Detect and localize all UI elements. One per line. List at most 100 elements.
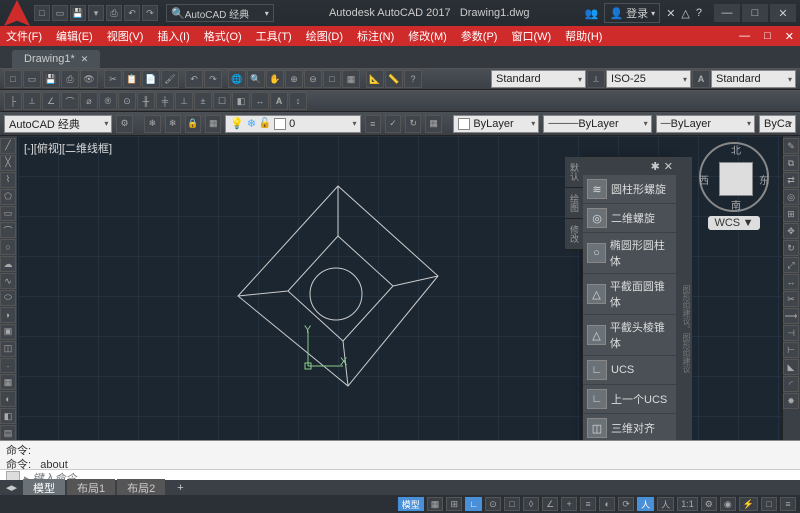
grid-toggle-icon[interactable]: ▦ xyxy=(427,497,444,511)
arc-icon[interactable]: ⌒ xyxy=(0,222,16,238)
tool-icon[interactable]: 📋 xyxy=(123,70,141,88)
spline-icon[interactable]: ∿ xyxy=(0,273,16,289)
tool-icon[interactable]: 🖌 xyxy=(161,70,179,88)
dimstyle2-dropdown[interactable]: ISO-25 xyxy=(606,70,691,88)
xline-icon[interactable]: ╳ xyxy=(0,155,16,171)
tool-icon[interactable]: ✋ xyxy=(266,70,284,88)
customize-icon[interactable]: ≡ xyxy=(780,497,796,511)
cycling-icon[interactable]: ⟳ xyxy=(618,497,634,511)
line-icon[interactable]: ╱ xyxy=(0,138,16,154)
compass[interactable]: 北 南 东 西 xyxy=(699,142,769,212)
palette-item[interactable]: ◫三维对齐 xyxy=(583,414,676,443)
tool-icon[interactable]: ↔ xyxy=(251,92,269,110)
viewport-label[interactable]: [-][俯视][二维线框] xyxy=(24,140,112,156)
hatch-icon[interactable]: ▦ xyxy=(0,374,16,390)
tool-icon[interactable]: ▦ xyxy=(342,70,360,88)
palette-item[interactable]: ∟UCS xyxy=(583,356,676,385)
tool-palette[interactable]: 默认 绘图 修改 ✱ ✕ ≋圆柱形螺旋 ◎二维螺旋 ○椭圆形圆柱体 △平截面圆锥… xyxy=(582,156,677,458)
scale-icon[interactable]: ⤢ xyxy=(783,257,799,273)
menu-draw[interactable]: 绘图(D) xyxy=(306,28,343,44)
ellipsearc-icon[interactable]: ◗ xyxy=(0,307,16,323)
tool-icon[interactable]: ↕ xyxy=(289,92,307,110)
exchange-icon[interactable]: ✕ xyxy=(666,7,675,20)
layer-dropdown[interactable]: 💡 ❄ 🔓 0 xyxy=(225,115,360,133)
qat-open-icon[interactable]: ▭ xyxy=(52,5,68,21)
doc-close-icon[interactable]: ✕ xyxy=(785,30,794,43)
ellipse-icon[interactable]: ⬭ xyxy=(0,290,16,306)
tool-icon[interactable]: ✓ xyxy=(385,115,401,133)
tool-icon[interactable]: ╫ xyxy=(137,92,155,110)
menu-edit[interactable]: 编辑(E) xyxy=(56,28,93,44)
palette-tab[interactable]: 绘图 xyxy=(565,188,583,219)
qat-redo-icon[interactable]: ↷ xyxy=(142,5,158,21)
fillet-icon[interactable]: ◜ xyxy=(783,376,799,392)
color-dropdown[interactable]: ByLayer xyxy=(453,115,539,133)
menu-dimension[interactable]: 标注(N) xyxy=(357,28,394,44)
3dosnap-icon[interactable]: ◊ xyxy=(523,497,539,511)
extend-icon[interactable]: ⟶ xyxy=(783,308,799,324)
tool-icon[interactable]: ✂ xyxy=(104,70,122,88)
revcloud-icon[interactable]: ☁ xyxy=(0,256,16,272)
palette-item[interactable]: ◎二维螺旋 xyxy=(583,204,676,233)
annovis-icon[interactable]: 人 xyxy=(657,497,674,511)
tool-icon[interactable]: ⟂ xyxy=(587,70,605,88)
textstyle-dropdown[interactable]: Standard xyxy=(711,70,796,88)
palette-tab[interactable]: 修改 xyxy=(565,219,583,250)
annoscale-icon[interactable]: 人 xyxy=(637,497,654,511)
stretch-icon[interactable]: ↔ xyxy=(783,274,799,290)
viewcube[interactable]: 北 南 东 西 WCS ▼ xyxy=(694,142,774,230)
layer-icon[interactable]: ❄ xyxy=(144,115,160,133)
move-icon[interactable]: ✥ xyxy=(783,223,799,239)
tool-icon[interactable]: ⊕ xyxy=(285,70,303,88)
tool-icon[interactable]: 🌐 xyxy=(228,70,246,88)
tool-icon[interactable]: □ xyxy=(4,70,22,88)
palette-item[interactable]: ≋圆柱形螺旋 xyxy=(583,175,676,204)
tool-icon[interactable]: 🔍 xyxy=(247,70,265,88)
trim-icon[interactable]: ✂ xyxy=(783,291,799,307)
lwt-icon[interactable]: ≡ xyxy=(580,497,596,511)
insert-icon[interactable]: ▣ xyxy=(0,324,16,340)
snap-toggle-icon[interactable]: ⊞ xyxy=(446,497,462,511)
menu-window[interactable]: 窗口(W) xyxy=(511,28,551,44)
copy-icon[interactable]: ⧉ xyxy=(783,155,799,171)
offset-icon[interactable]: ◎ xyxy=(783,189,799,205)
palette-tab[interactable]: 默认 xyxy=(565,157,583,188)
rotate-icon[interactable]: ↻ xyxy=(783,240,799,256)
help-icon[interactable]: ? xyxy=(696,7,702,19)
palette-item[interactable]: ○椭圆形圆柱体 xyxy=(583,233,676,274)
tool-icon[interactable]: ↷ xyxy=(204,70,222,88)
chamfer-icon[interactable]: ◣ xyxy=(783,359,799,375)
a360-icon[interactable]: △ xyxy=(681,7,689,20)
tabs-prev-icon[interactable]: ◂▸ xyxy=(6,481,17,494)
tool-icon[interactable]: ⚙ xyxy=(116,115,132,133)
dyn-icon[interactable]: + xyxy=(561,497,577,511)
maximize-button[interactable]: □ xyxy=(742,4,768,22)
close-icon[interactable]: ✕ xyxy=(81,54,89,65)
tool-icon[interactable]: ⊥ xyxy=(175,92,193,110)
palette-close-icon[interactable]: ✕ xyxy=(664,160,673,173)
tool-icon[interactable]: 📏 xyxy=(385,70,403,88)
app-logo[interactable] xyxy=(4,0,30,26)
erase-icon[interactable]: ✎ xyxy=(783,138,799,154)
palette-options-icon[interactable]: ✱ xyxy=(651,160,660,173)
viewcube-face[interactable] xyxy=(719,162,753,196)
otrack-icon[interactable]: ∠ xyxy=(542,497,558,511)
menu-format[interactable]: 格式(O) xyxy=(204,28,242,44)
workspace-selector[interactable]: 🔍 ▾ xyxy=(166,4,274,22)
tool-icon[interactable]: □ xyxy=(323,70,341,88)
tool-icon[interactable]: ⌒ xyxy=(61,92,79,110)
tool-icon[interactable]: ® xyxy=(99,92,117,110)
join-icon[interactable]: ⊢ xyxy=(783,342,799,358)
tool-icon[interactable]: ◧ xyxy=(232,92,250,110)
document-tab[interactable]: Drawing1*✕ xyxy=(12,50,100,68)
layer-icon[interactable]: ▦ xyxy=(205,115,221,133)
modelspace-button[interactable]: 模型 xyxy=(398,497,424,511)
pline-icon[interactable]: ⌇ xyxy=(0,172,16,188)
hwaccel-icon[interactable]: ⚡ xyxy=(739,497,758,511)
polygon-icon[interactable]: ⬠ xyxy=(0,189,16,205)
command-window[interactable]: 命令: 命令: _about ▸ xyxy=(0,440,800,480)
break-icon[interactable]: ⊣ xyxy=(783,325,799,341)
plotstyle-dropdown[interactable]: ByCa xyxy=(759,115,796,133)
close-button[interactable]: ✕ xyxy=(770,4,796,22)
qat-save-icon[interactable]: 💾 xyxy=(70,5,86,21)
